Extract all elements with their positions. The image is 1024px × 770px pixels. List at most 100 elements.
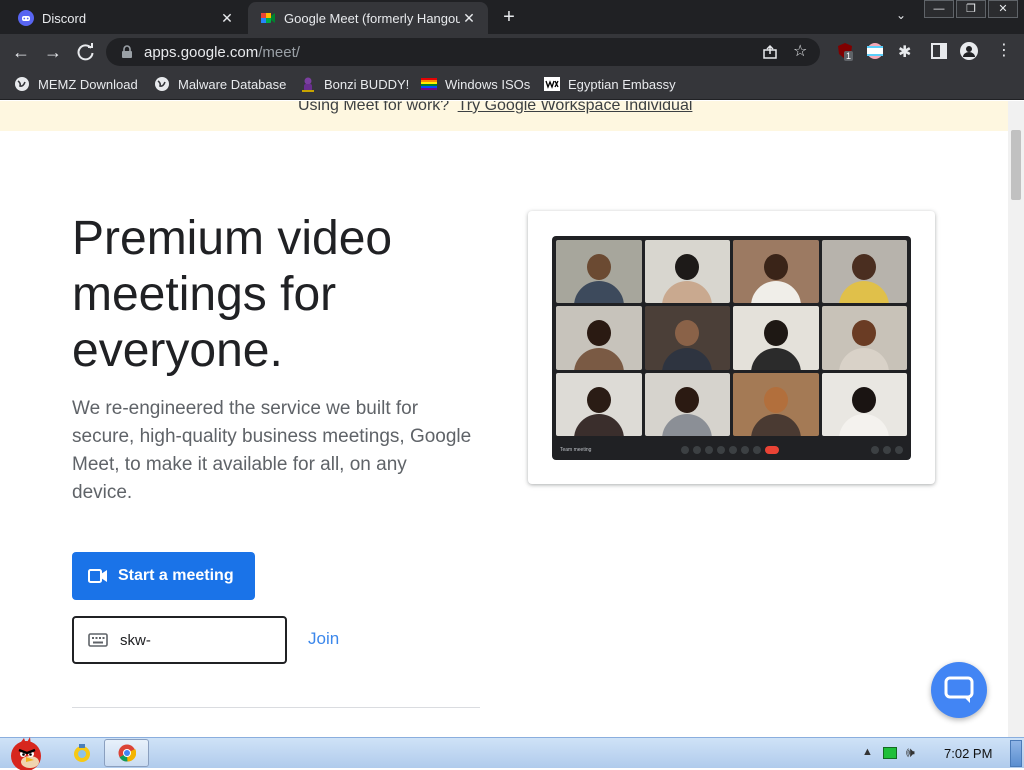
captions-icon xyxy=(717,446,726,454)
meeting-preview-card: Team meeting xyxy=(528,211,935,484)
banner-text: Using Meet for work? Try Google Workspac… xyxy=(298,101,692,115)
present-icon xyxy=(741,446,750,454)
workspace-banner: Using Meet for work? Try Google Workspac… xyxy=(0,101,1008,131)
tab-discord[interactable]: Discord ✕ xyxy=(6,2,246,34)
participant-tile xyxy=(644,306,730,370)
divider xyxy=(72,707,480,708)
chrome-icon xyxy=(118,744,136,762)
overflow-icon xyxy=(753,446,762,454)
bookmark-memz-download[interactable]: MEMZ Download xyxy=(14,76,138,92)
browser-menu-icon[interactable]: ⋮ xyxy=(996,42,1014,60)
participant-tile xyxy=(821,240,907,304)
tab-strip: Discord ✕ Google Meet (formerly Hangouts… xyxy=(0,0,1024,34)
extension-badge: 1 xyxy=(844,51,854,61)
chat-icon xyxy=(895,446,903,454)
bookmark-egyptian-embassy[interactable]: Egyptian Embassy xyxy=(544,76,676,92)
tab-title: Discord xyxy=(42,10,87,26)
minimize-button[interactable]: — xyxy=(924,0,954,18)
bookmark-windows-isos[interactable]: Windows ISOs xyxy=(421,76,530,92)
globe-icon xyxy=(155,77,169,91)
forward-arrow-icon[interactable]: → xyxy=(42,41,64,63)
raise-hand-icon xyxy=(729,446,738,454)
participant-tile xyxy=(733,372,819,436)
meeting-code-input[interactable] xyxy=(120,631,240,649)
chat-support-button[interactable] xyxy=(931,662,987,718)
taskbar-chrome-button[interactable] xyxy=(104,739,149,767)
tab-search-chevron-down-icon[interactable]: ⌄ xyxy=(896,8,906,22)
tab-google-meet[interactable]: Google Meet (formerly Hangouts) ✕ xyxy=(248,2,488,34)
close-tab-icon[interactable]: ✕ xyxy=(218,10,236,27)
tray-expand-icon[interactable]: ▲ xyxy=(862,746,873,758)
meeting-preview-image: Team meeting xyxy=(552,236,911,460)
bookmark-label: Bonzi BUDDY! xyxy=(324,76,410,92)
ublock-icon[interactable]: 1 xyxy=(836,42,854,61)
back-arrow-icon[interactable]: ← xyxy=(10,41,32,63)
bookmark-bonzi-buddy[interactable]: Bonzi BUDDY! xyxy=(300,76,409,92)
battery-icon[interactable] xyxy=(883,747,897,759)
tab-title: Google Meet (formerly Hangouts) xyxy=(284,10,460,26)
banner-prefix: Using Meet for work? xyxy=(298,101,450,114)
meeting-name: Team meeting xyxy=(560,447,592,453)
reload-icon[interactable] xyxy=(76,42,96,62)
show-desktop-button[interactable] xyxy=(1010,740,1022,767)
url-path: /meet/ xyxy=(258,43,300,61)
discord-icon xyxy=(18,10,34,26)
participant-tile xyxy=(556,372,642,436)
bookmarks-bar: MEMZ Download Malware Database Bonzi BUD… xyxy=(0,70,1024,100)
globe-icon xyxy=(15,77,29,91)
scrollbar-thumb[interactable] xyxy=(1011,130,1021,200)
address-bar[interactable]: apps.google.com/meet/ xyxy=(106,38,820,66)
browser-toolbar: ← → apps.google.com/meet/ ☆ 1 ✱ ⋮ xyxy=(0,34,1024,70)
participant-tile xyxy=(556,306,642,370)
participant-tile xyxy=(556,240,642,304)
bonzi-icon xyxy=(302,77,314,92)
wix-icon xyxy=(544,77,560,91)
more-options-icon xyxy=(681,446,690,454)
page-title: Premium video meetings for everyone. xyxy=(72,212,393,377)
meeting-code-field[interactable] xyxy=(72,616,287,664)
keyboard-icon xyxy=(88,633,108,647)
participant-tile xyxy=(733,240,819,304)
start-button-angry-bird-icon[interactable] xyxy=(4,734,48,770)
taskbar: ▲ 🕪 7:02 PM xyxy=(0,734,1024,770)
bookmark-label: Malware Database xyxy=(178,76,287,92)
close-window-button[interactable]: ✕ xyxy=(988,0,1018,18)
bookmark-label: Windows ISOs xyxy=(445,76,531,92)
extensions-puzzle-icon[interactable]: ✱ xyxy=(898,42,916,61)
page-description: We re-engineered the service we built fo… xyxy=(72,398,472,503)
bookmark-label: MEMZ Download xyxy=(38,76,138,92)
people-icon xyxy=(883,446,891,454)
volume-icon[interactable]: 🕪 xyxy=(906,744,915,761)
participant-tile xyxy=(821,306,907,370)
new-tab-button[interactable]: + xyxy=(498,6,520,28)
url-host: apps.google.com xyxy=(144,43,259,61)
participant-tile xyxy=(821,372,907,436)
start-meeting-button[interactable]: Start a meeting xyxy=(72,552,255,600)
participant-tile xyxy=(644,372,730,436)
pride-circle-icon[interactable] xyxy=(866,42,884,60)
window-controls: — ❐ ✕ xyxy=(922,0,1018,18)
bookmark-star-icon[interactable]: ☆ xyxy=(793,41,809,60)
page-content: Using Meet for work? Try Google Workspac… xyxy=(0,101,1008,737)
share-icon[interactable] xyxy=(762,44,778,60)
lock-icon[interactable] xyxy=(120,45,134,59)
participant-grid xyxy=(556,240,907,436)
page-scrollbar[interactable] xyxy=(1008,101,1024,737)
chat-bubble-icon xyxy=(944,676,974,703)
start-meeting-label: Start a meeting xyxy=(118,567,234,584)
participant-tile xyxy=(733,306,819,370)
clock[interactable]: 7:02 PM xyxy=(944,746,992,761)
profile-avatar-icon[interactable] xyxy=(960,42,978,60)
microphone-icon xyxy=(693,446,702,454)
camera-icon xyxy=(705,446,714,454)
join-button[interactable]: Join xyxy=(308,629,339,649)
bookmark-label: Egyptian Embassy xyxy=(568,76,676,92)
info-icon xyxy=(871,446,879,454)
video-camera-icon xyxy=(88,569,107,583)
workspace-individual-link[interactable]: Try Google Workspace Individual xyxy=(458,101,693,114)
pinned-app-icon[interactable] xyxy=(70,741,94,765)
restore-button[interactable]: ❐ xyxy=(956,0,986,18)
bookmark-malware-database[interactable]: Malware Database xyxy=(154,76,286,92)
side-panel-icon[interactable] xyxy=(930,42,948,60)
close-tab-icon[interactable]: ✕ xyxy=(460,10,478,27)
